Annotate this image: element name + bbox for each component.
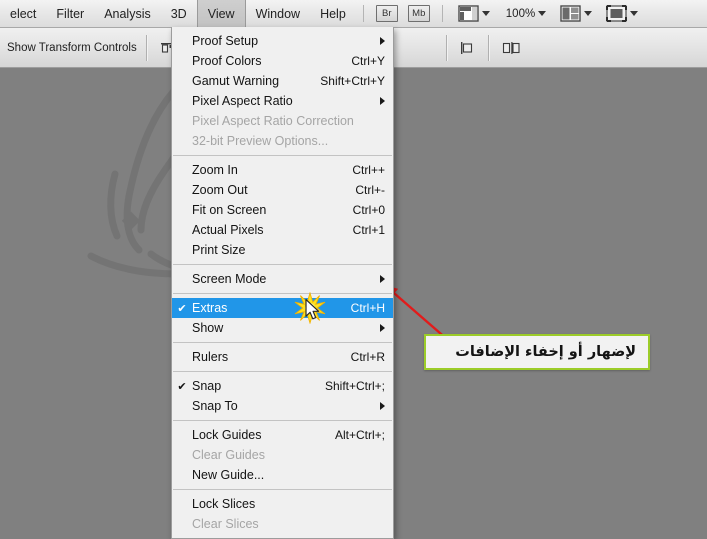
menubar-divider <box>362 5 364 22</box>
menu-item-label: Proof Colors <box>192 54 262 68</box>
menu-item-proof-colors[interactable]: Proof Colors Ctrl+Y <box>172 51 393 71</box>
annotation-callout: لإضهار أو إخفاء الإضافات <box>424 334 650 370</box>
menu-item-label: Actual Pixels <box>192 223 264 237</box>
menu-3d[interactable]: 3D <box>161 0 197 27</box>
menubar-divider-2 <box>441 5 443 22</box>
menu-item-snap-to[interactable]: Snap To <box>172 396 393 416</box>
submenu-chevron-right-icon <box>380 324 385 332</box>
arrange-documents-chevron-down-icon[interactable] <box>584 11 593 16</box>
show-transform-controls-label[interactable]: Show Transform Controls <box>0 42 137 54</box>
menu-item-clear-slices: Clear Slices <box>172 514 393 534</box>
menu-item-shortcut: Alt+Ctrl+; <box>334 428 385 442</box>
menu-item-label: Snap <box>192 379 222 393</box>
menu-item-shortcut: Ctrl+Y <box>351 54 385 68</box>
menu-item-label: Screen Mode <box>192 272 267 286</box>
menu-item-label: Extras <box>192 301 228 315</box>
options-divider-3 <box>487 34 490 61</box>
zoom-level-value: 100% <box>505 7 536 20</box>
menu-item-shortcut: Ctrl+H <box>350 301 385 315</box>
menu-item-show[interactable]: Show <box>172 318 393 338</box>
menu-item-32-bit-preview-options: 32-bit Preview Options... <box>172 131 393 151</box>
bridge-button[interactable]: Br <box>375 5 398 22</box>
menu-item-label: Clear Guides <box>192 448 265 462</box>
menu-item-shortcut: Ctrl+- <box>355 183 385 197</box>
options-divider-2 <box>445 34 448 61</box>
menu-item-lock-slices[interactable]: Lock Slices <box>172 494 393 514</box>
menu-analysis[interactable]: Analysis <box>94 0 161 27</box>
menu-item-rulers[interactable]: Rulers Ctrl+R <box>172 347 393 367</box>
menu-filter[interactable]: Filter <box>46 0 94 27</box>
annotation-callout-text: لإضهار أو إخفاء الإضافات <box>455 344 636 360</box>
screen-mode-icon[interactable] <box>606 5 628 22</box>
menu-item-lock-guides[interactable]: Lock Guides Alt+Ctrl+; <box>172 425 393 445</box>
menu-separator <box>173 420 392 421</box>
menu-separator <box>173 293 392 294</box>
menu-item-clear-guides: Clear Guides <box>172 445 393 465</box>
menu-item-label: Show <box>192 321 224 335</box>
screen-layout-chevron-down-icon[interactable] <box>481 11 490 16</box>
menu-item-label: Fit on Screen <box>192 203 267 217</box>
menu-item-screen-mode[interactable]: Screen Mode <box>172 269 393 289</box>
screen-mode-chevron-down-icon[interactable] <box>630 11 639 16</box>
menu-item-proof-setup[interactable]: Proof Setup <box>172 31 393 51</box>
menu-separator <box>173 489 392 490</box>
menu-separator <box>173 155 392 156</box>
menu-item-label: Lock Slices <box>192 497 256 511</box>
distribute-horizontal-centers-icon[interactable] <box>502 41 520 55</box>
screen-layout-icon[interactable] <box>458 5 479 22</box>
menu-item-label: Zoom In <box>192 163 238 177</box>
menu-item-pixel-aspect-ratio-correction: Pixel Aspect Ratio Correction <box>172 111 393 131</box>
options-divider-1 <box>145 34 148 61</box>
menu-window[interactable]: Window <box>246 0 310 27</box>
arrange-documents-icon[interactable] <box>560 5 581 22</box>
menu-item-label: Clear Slices <box>192 517 259 531</box>
menu-item-new-guide[interactable]: New Guide... <box>172 465 393 485</box>
zoom-level-chevron-down-icon[interactable] <box>538 11 547 16</box>
menu-item-label: Pixel Aspect Ratio Correction <box>192 114 354 128</box>
submenu-chevron-right-icon <box>380 97 385 105</box>
menu-item-label: Rulers <box>192 350 229 364</box>
menu-item-gamut-warning[interactable]: Gamut Warning Shift+Ctrl+Y <box>172 71 393 91</box>
align-left-edges-icon[interactable] <box>460 41 476 55</box>
menu-view[interactable]: View <box>196 0 246 27</box>
menu-item-label: Snap To <box>192 399 238 413</box>
menu-item-label: Lock Guides <box>192 428 262 442</box>
menu-item-label: Pixel Aspect Ratio <box>192 94 293 108</box>
menu-separator <box>173 342 392 343</box>
menu-item-zoom-out[interactable]: Zoom Out Ctrl+- <box>172 180 393 200</box>
menu-item-label: 32-bit Preview Options... <box>192 134 329 148</box>
menu-select[interactable]: elect <box>0 0 46 27</box>
menu-item-label: Zoom Out <box>192 183 248 197</box>
menu-item-label: Print Size <box>192 243 246 257</box>
menu-item-shortcut: Shift+Ctrl+Y <box>320 74 385 88</box>
submenu-chevron-right-icon <box>380 402 385 410</box>
submenu-chevron-right-icon <box>380 275 385 283</box>
menu-item-label: Gamut Warning <box>192 74 280 88</box>
menu-item-zoom-in[interactable]: Zoom In Ctrl++ <box>172 160 393 180</box>
view-dropdown-menu[interactable]: Proof Setup Proof Colors Ctrl+Y Gamut Warni… <box>171 27 394 539</box>
menu-item-shortcut: Shift+Ctrl+; <box>324 379 385 393</box>
menu-item-pixel-aspect-ratio[interactable]: Pixel Aspect Ratio <box>172 91 393 111</box>
menu-item-label: Proof Setup <box>192 34 259 48</box>
menu-item-shortcut: Ctrl++ <box>352 163 385 177</box>
menu-item-extras[interactable]: ✔ Extras Ctrl+H <box>172 292 393 324</box>
submenu-chevron-right-icon <box>380 37 385 45</box>
menu-item-shortcut: Ctrl+1 <box>352 223 385 237</box>
menu-separator <box>173 264 392 265</box>
checkmark-icon: ✔ <box>177 302 187 315</box>
menu-item-print-size[interactable]: Print Size <box>172 240 393 260</box>
menu-item-actual-pixels[interactable]: Actual Pixels Ctrl+1 <box>172 220 393 240</box>
menu-item-label: New Guide... <box>192 468 265 482</box>
menu-separator <box>173 371 392 372</box>
menu-help[interactable]: Help <box>310 0 356 27</box>
menu-item-fit-on-screen[interactable]: Fit on Screen Ctrl+0 <box>172 200 393 220</box>
checkmark-icon: ✔ <box>177 380 187 393</box>
menu-item-shortcut: Ctrl+0 <box>352 203 385 217</box>
application-menu-bar: elect Filter Analysis 3D View Window Hel… <box>0 0 707 28</box>
mini-bridge-button[interactable]: Mb <box>407 5 430 22</box>
menu-item-snap[interactable]: ✔ Snap Shift+Ctrl+; <box>172 376 393 396</box>
menu-item-shortcut: Ctrl+R <box>350 350 385 364</box>
